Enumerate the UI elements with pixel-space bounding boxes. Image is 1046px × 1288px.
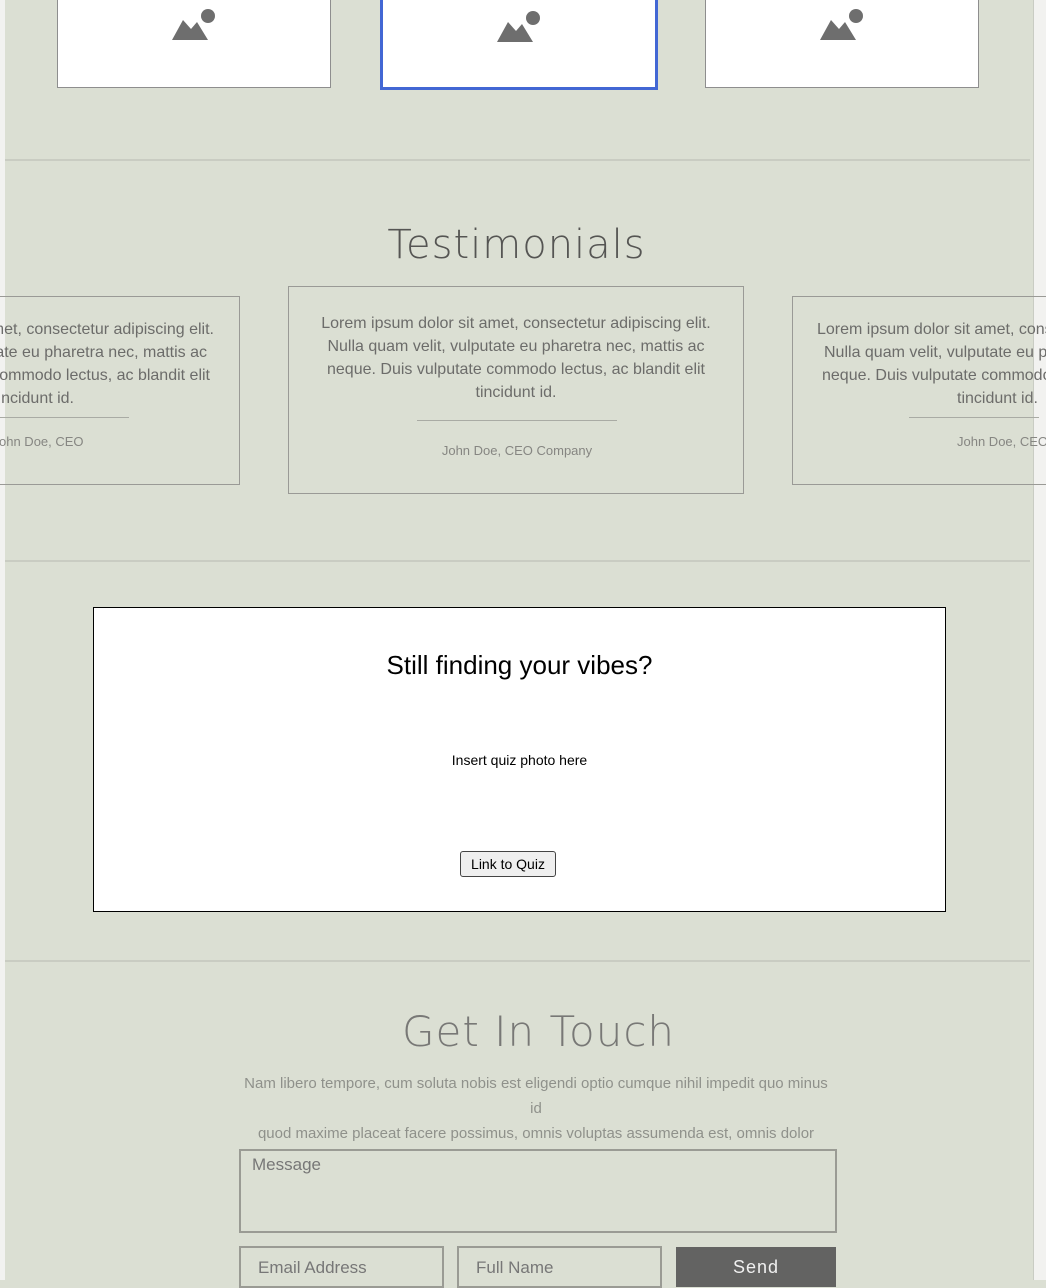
testimonial-quote-line: commodo lectus, ac blandit elit bbox=[0, 367, 210, 384]
section-divider bbox=[5, 159, 1030, 161]
image-placeholder-icon bbox=[172, 9, 215, 40]
gallery-image-card[interactable] bbox=[57, 0, 331, 88]
image-placeholder-icon bbox=[820, 9, 863, 40]
testimonial-quote-line: amet, consectetur adipiscing elit. bbox=[0, 321, 214, 338]
testimonial-quote-line: utate eu pharetra nec, mattis ac bbox=[0, 344, 207, 361]
quiz-photo-placeholder: Insert quiz photo here bbox=[451, 752, 588, 768]
testimonial-quote: Lorem ipsum dolor sit amet, conse Nulla … bbox=[813, 318, 1046, 410]
testimonial-author: ohn Doe, CEO bbox=[0, 434, 84, 449]
testimonial-quote: Lorem ipsum dolor sit amet, consectetur … bbox=[309, 312, 723, 404]
quiz-title: Still finding your vibes? bbox=[386, 650, 653, 680]
testimonial-quote-line: Nulla quam velit, vulputate eu ph bbox=[824, 344, 1046, 361]
image-placeholder-icon bbox=[497, 11, 540, 42]
testimonial-quote-line: tincidunt id. bbox=[475, 384, 557, 401]
contact-subtitle-line: quod maxime placeat facere possimus, omn… bbox=[257, 1125, 815, 1142]
testimonial-quote-line: neque. Duis vulputate commodo lectus, ac… bbox=[327, 361, 705, 378]
testimonial-quote-line: Lorem ipsum dolor sit amet, conse bbox=[817, 321, 1046, 338]
testimonial-author: John Doe, CEO bbox=[957, 434, 1046, 449]
testimonial-quote: amet, consectetur adipiscing elit. utate… bbox=[0, 318, 214, 410]
page-scrollbar[interactable] bbox=[1033, 0, 1046, 1280]
section-divider bbox=[5, 960, 1030, 962]
contact-subtitle-line: Nam libero tempore, cum soluta nobis est… bbox=[244, 1075, 828, 1117]
page-left-edge bbox=[0, 0, 5, 1280]
gallery-image-card[interactable] bbox=[705, 0, 979, 88]
send-button[interactable]: Send bbox=[676, 1247, 836, 1287]
full-name-field[interactable]: Full Name bbox=[457, 1246, 662, 1288]
testimonial-quote-line: ncidunt id. bbox=[1, 390, 74, 407]
testimonial-quote-line: Lorem ipsum dolor sit amet, consectetur … bbox=[321, 315, 711, 332]
testimonial-quote-line: neque. Duis vulputate commodo bbox=[822, 367, 1046, 384]
section-divider bbox=[5, 560, 1030, 562]
link-to-quiz-button[interactable]: Link to Quiz bbox=[460, 851, 556, 877]
testimonial-card-right: Lorem ipsum dolor sit amet, conse Nulla … bbox=[792, 296, 1046, 485]
full-name-placeholder: Full Name bbox=[476, 1258, 554, 1277]
testimonials-title: Testimonials bbox=[387, 222, 646, 268]
gallery-image-card-selected[interactable] bbox=[380, 0, 658, 90]
testimonial-quote-line: tincidunt id. bbox=[957, 390, 1038, 407]
testimonial-quote-line: Nulla quam velit, vulputate eu pharetra … bbox=[327, 338, 705, 355]
message-placeholder: Message bbox=[252, 1155, 321, 1174]
testimonial-card-center: Lorem ipsum dolor sit amet, consectetur … bbox=[288, 286, 744, 494]
testimonial-card-left: amet, consectetur adipiscing elit. utate… bbox=[0, 296, 240, 485]
testimonial-divider bbox=[909, 417, 1039, 418]
testimonial-author: John Doe, CEO Company bbox=[441, 443, 593, 458]
contact-title: Get In Touch bbox=[401, 1007, 676, 1056]
email-field[interactable]: Email Address bbox=[239, 1246, 444, 1288]
testimonial-divider bbox=[417, 420, 617, 421]
quiz-panel: Still finding your vibes? Insert quiz ph… bbox=[93, 607, 946, 912]
email-placeholder: Email Address bbox=[258, 1258, 367, 1277]
contact-subtitle: Nam libero tempore, cum soluta nobis est… bbox=[238, 1071, 834, 1146]
testimonial-divider bbox=[0, 417, 129, 418]
message-field[interactable]: Message bbox=[239, 1149, 837, 1233]
